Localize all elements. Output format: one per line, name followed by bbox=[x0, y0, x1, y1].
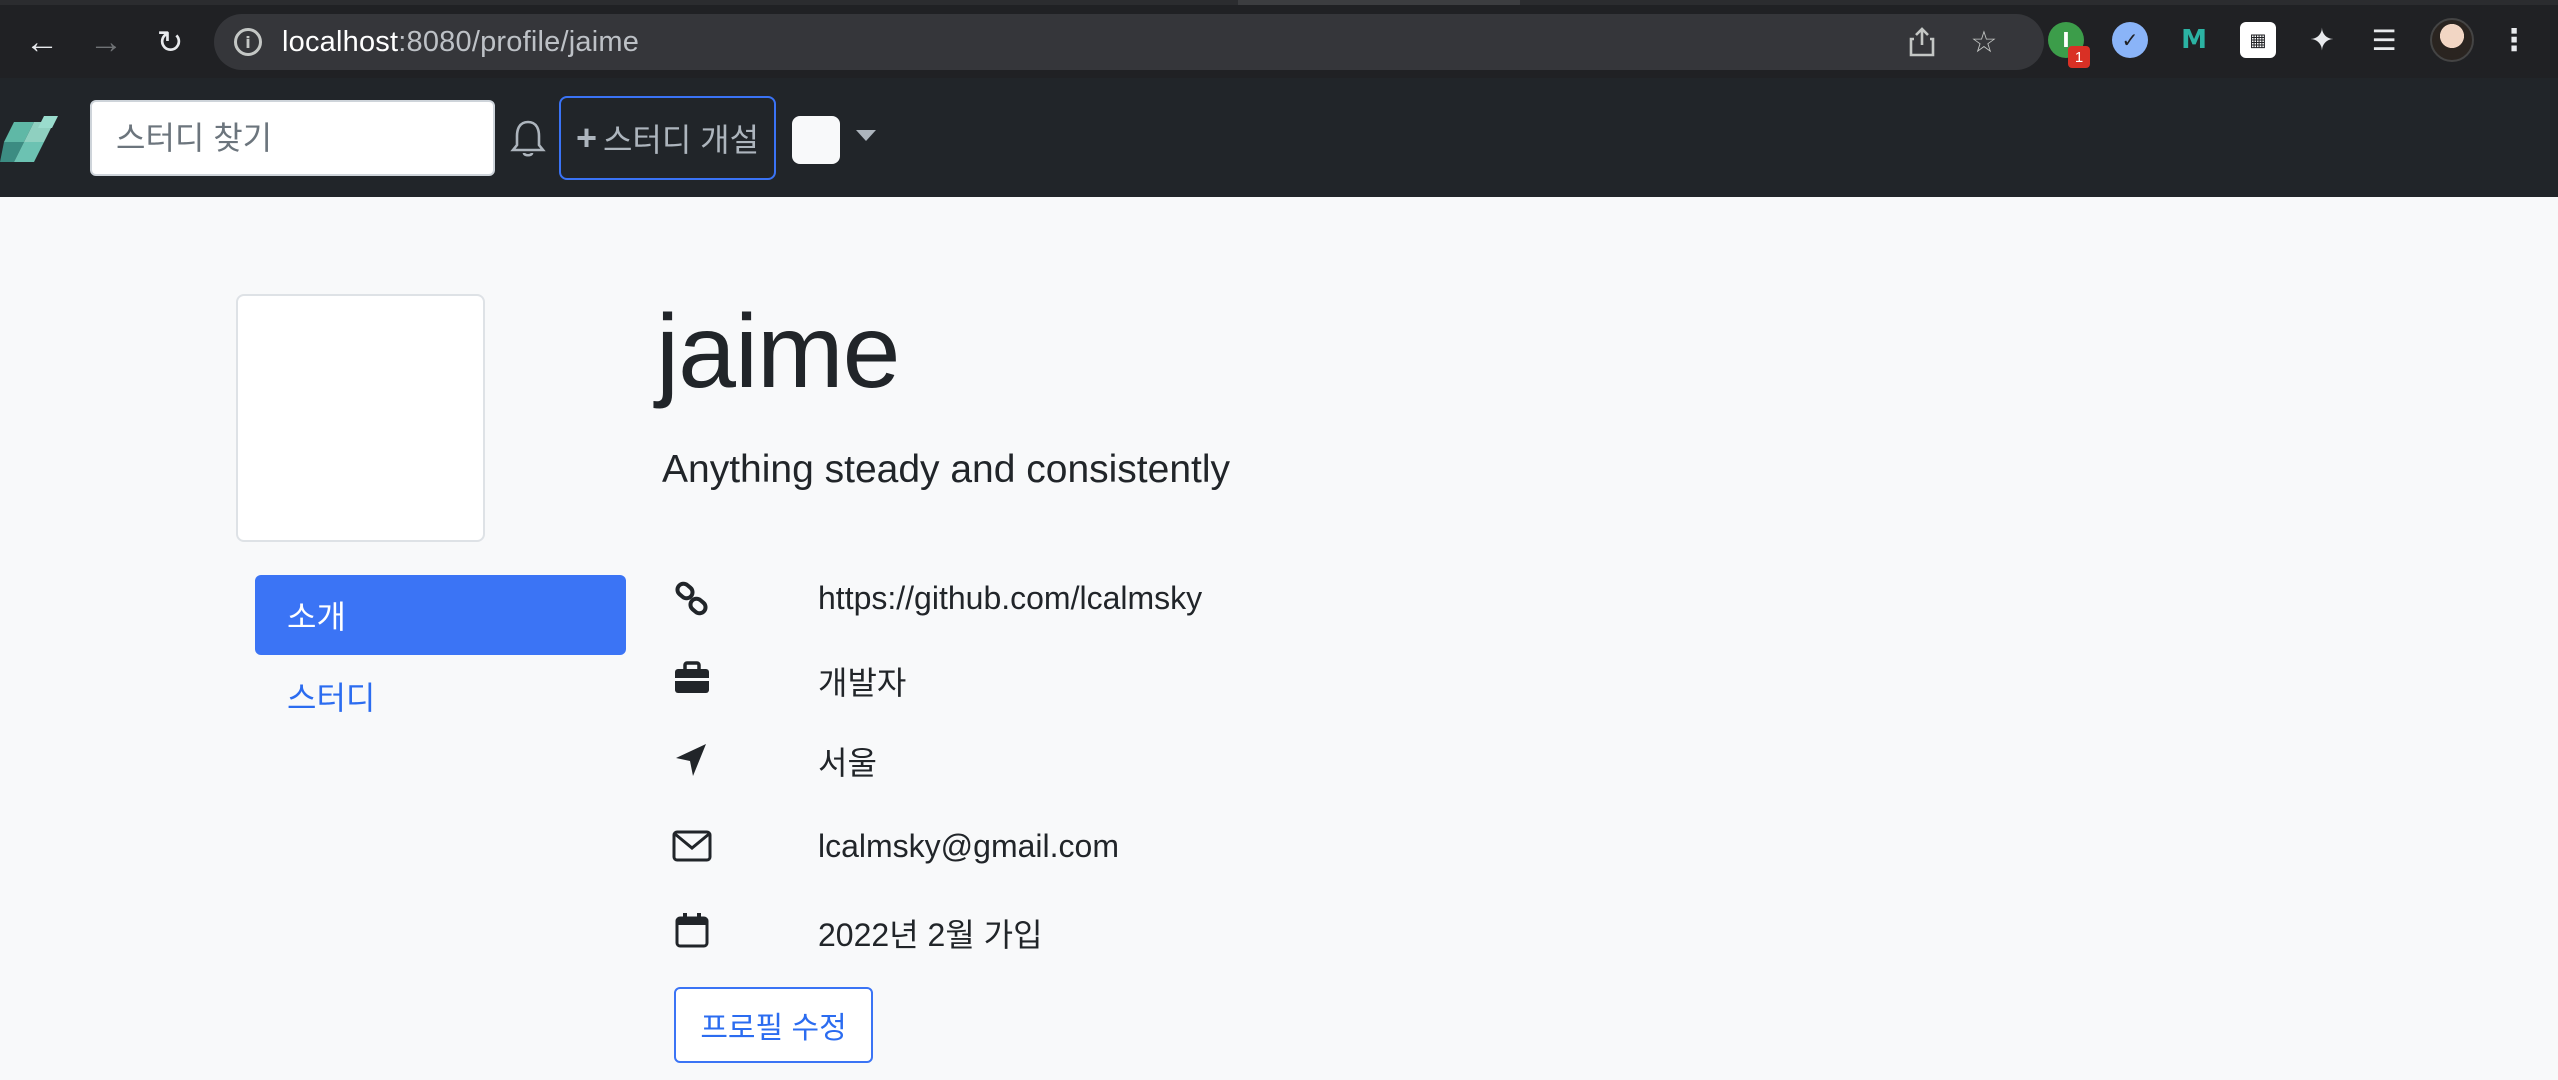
create-study-button[interactable]: + 스터디 개설 bbox=[559, 96, 776, 180]
extension-bird-icon[interactable]: ✓ bbox=[2112, 22, 2148, 58]
notification-bell-icon[interactable] bbox=[508, 116, 548, 160]
create-study-label: 스터디 개설 bbox=[602, 122, 760, 158]
profile-bio: Anything steady and consistently bbox=[662, 448, 1231, 491]
url-path: :8080/profile/jaime bbox=[398, 26, 640, 58]
bookmark-star-icon[interactable]: ☆ bbox=[1966, 24, 2002, 60]
profile-email[interactable]: lcalmsky@gmail.com bbox=[818, 828, 1119, 865]
profile-image bbox=[236, 294, 485, 542]
plus-icon: + bbox=[575, 117, 597, 158]
qr-code-icon[interactable]: ▦ bbox=[2240, 22, 2276, 58]
back-icon[interactable]: ← bbox=[18, 18, 66, 66]
reading-list-icon[interactable]: ☰ bbox=[2366, 22, 2402, 58]
tab-study[interactable]: 스터디 bbox=[255, 656, 626, 736]
extension-badge: 1 bbox=[2068, 46, 2090, 68]
puzzle-extensions-icon[interactable]: ✦ bbox=[2304, 22, 2340, 58]
profile-name: jaime bbox=[656, 294, 901, 410]
chevron-down-icon[interactable] bbox=[856, 130, 876, 141]
reload-icon[interactable]: ↻ bbox=[146, 18, 194, 66]
location-arrow-icon bbox=[676, 744, 706, 776]
profile-joined-date: 2022년 2월 가입 bbox=[818, 917, 1043, 953]
forward-icon[interactable]: → bbox=[82, 18, 130, 66]
profile-location: 서울 bbox=[818, 745, 877, 781]
user-avatar[interactable] bbox=[792, 116, 840, 164]
link-icon bbox=[675, 581, 708, 616]
envelope-icon bbox=[672, 830, 712, 862]
tab-intro[interactable]: 소개 bbox=[255, 575, 626, 655]
address-bar[interactable]: i localhost:8080/profile/jaime ☆ bbox=[214, 14, 2044, 70]
site-info-icon[interactable]: i bbox=[234, 28, 262, 56]
briefcase-icon bbox=[675, 661, 709, 693]
edit-profile-button[interactable]: 프로필 수정 bbox=[674, 987, 873, 1063]
share-icon[interactable] bbox=[1904, 24, 1940, 60]
profile-url[interactable]: https://github.com/lcalmsky bbox=[818, 580, 1202, 617]
browser-toolbar: ← → ↻ i localhost:8080/profile/jaime ☆ I… bbox=[0, 0, 2558, 78]
app-logo-icon[interactable] bbox=[0, 108, 60, 172]
calendar-icon bbox=[675, 913, 709, 948]
extension-m-icon[interactable]: M bbox=[2176, 22, 2212, 58]
chrome-profile-avatar[interactable] bbox=[2430, 18, 2474, 62]
browser-tab[interactable] bbox=[1238, 0, 1520, 5]
url-host: localhost bbox=[282, 26, 399, 58]
study-search-input[interactable] bbox=[90, 100, 495, 176]
url-text[interactable]: localhost:8080/profile/jaime bbox=[282, 26, 639, 59]
profile-occupation: 개발자 bbox=[818, 665, 907, 701]
more-menu-icon[interactable]: ⋮ bbox=[2496, 22, 2532, 58]
tab-strip-empty bbox=[1520, 0, 2558, 5]
